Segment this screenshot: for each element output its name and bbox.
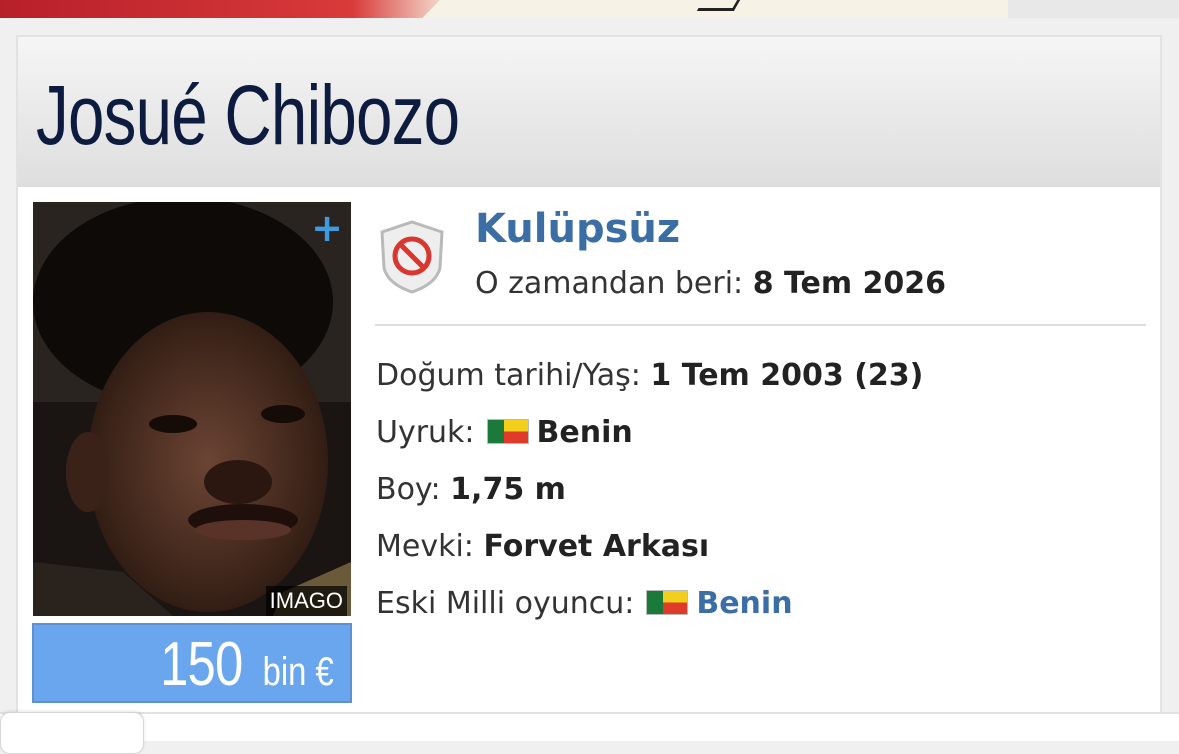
nationality-value: Benin — [536, 415, 633, 450]
no-club-crest-icon[interactable] — [380, 220, 444, 294]
divider — [375, 324, 1146, 326]
former-international-row: Eski Milli oyuncu: Benin — [376, 584, 793, 624]
club-since-label: O zamandan beri: — [475, 266, 744, 301]
player-photo[interactable]: + IMAGO — [33, 202, 351, 616]
market-value-unit: bin € — [262, 650, 334, 694]
former-international-label: Eski Milli oyuncu: — [376, 586, 635, 621]
position-row: Mevki: Forvet Arkası — [376, 527, 709, 567]
club-since-value: 8 Tem 2026 — [752, 266, 947, 301]
height-label: Boy: — [376, 472, 441, 507]
benin-flag-icon — [486, 419, 529, 444]
nationality-row: Uyruk: Benin — [376, 413, 633, 453]
top-banner[interactable] — [0, 0, 1008, 18]
top-gap — [1008, 0, 1179, 18]
market-value-box[interactable]: 150 bin € — [32, 623, 352, 703]
banner-pen-icon — [696, 0, 741, 11]
birth-label: Doğum tarihi/Yaş: — [376, 358, 641, 393]
player-name: Josué Chibozo — [36, 65, 460, 165]
nationality-label: Uyruk: — [376, 415, 475, 450]
card-header: Josué Chibozo — [18, 37, 1160, 187]
market-value-amount: 150 — [160, 630, 243, 699]
height-row: Boy: 1,75 m — [376, 470, 566, 510]
player-portrait-image — [33, 202, 351, 616]
birth-value: 1 Tem 2003 (23) — [650, 358, 924, 393]
club-since: O zamandan beri: 8 Tem 2026 — [475, 264, 946, 304]
former-international-link[interactable]: Benin — [696, 586, 792, 621]
club-name-link[interactable]: Kulüpsüz — [475, 204, 680, 254]
player-last-name: Chibozo — [224, 68, 460, 162]
photo-credit: IMAGO — [265, 586, 347, 616]
bottom-section — [0, 712, 1179, 741]
bottom-tab[interactable] — [0, 712, 144, 754]
benin-flag-icon — [646, 590, 689, 615]
enlarge-plus-icon[interactable]: + — [311, 208, 343, 248]
banner-red-shape — [0, 0, 440, 18]
position-label: Mevki: — [376, 529, 474, 564]
height-value: 1,75 m — [450, 472, 566, 507]
position-value: Forvet Arkası — [483, 529, 710, 564]
player-first-name: Josué — [36, 68, 208, 162]
birth-row: Doğum tarihi/Yaş: 1 Tem 2003 (23) — [376, 356, 923, 396]
